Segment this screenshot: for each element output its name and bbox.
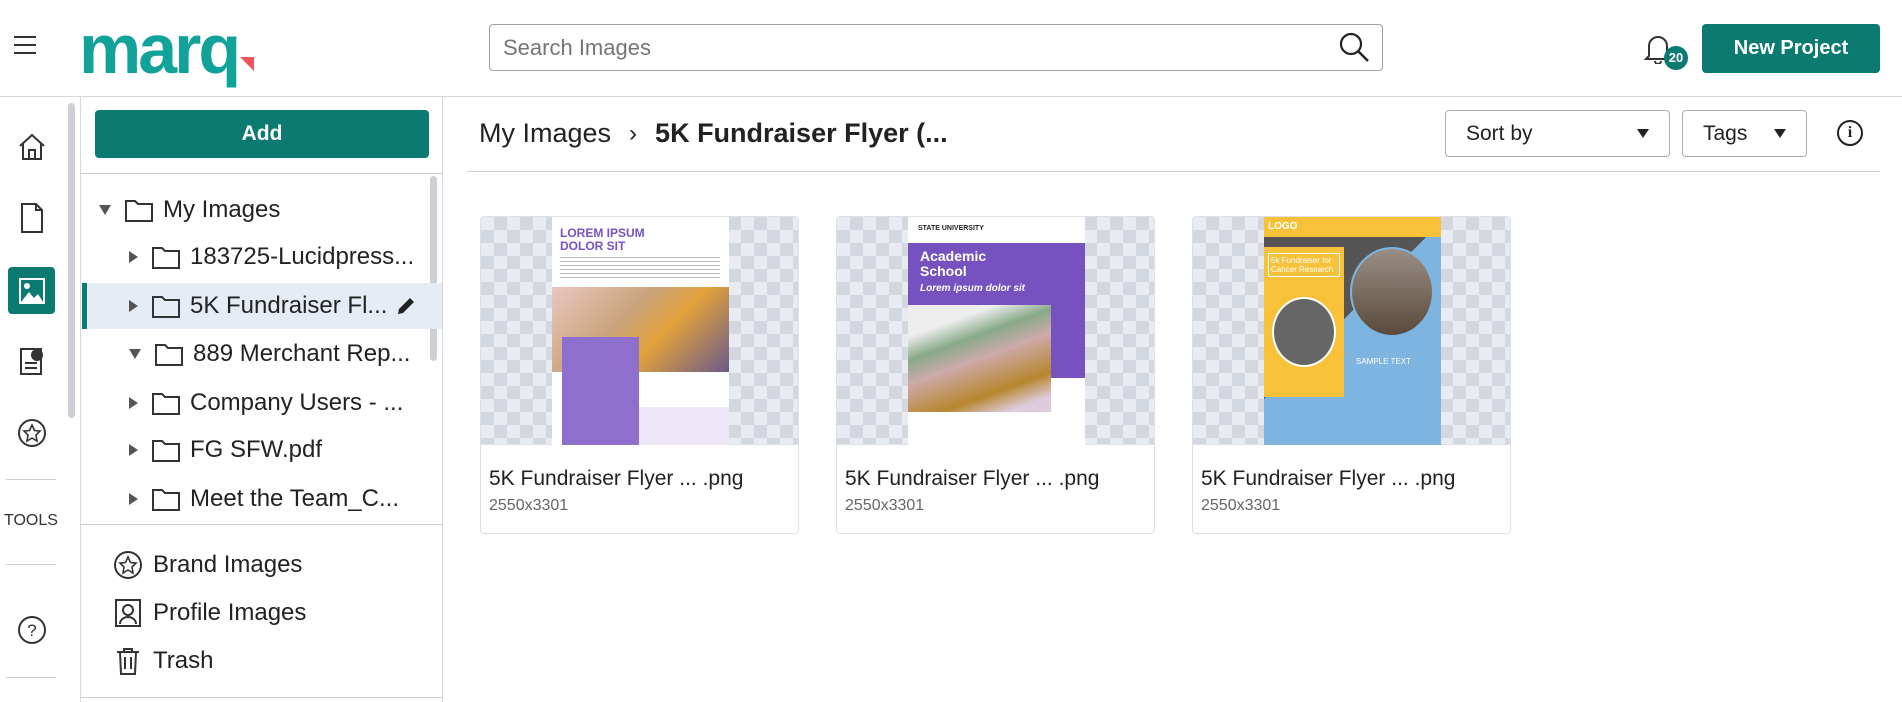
link-label: Trash bbox=[153, 647, 214, 674]
logo-accent bbox=[240, 57, 254, 71]
tree-item[interactable]: Meet the Team_C... bbox=[82, 476, 442, 522]
tree-item-label: 889 Merchant Rep... bbox=[193, 340, 411, 367]
tree-item-my-images[interactable]: My Images bbox=[82, 187, 442, 233]
flyer-heading: 5k Fundraiser for Cancer Research bbox=[1268, 253, 1340, 277]
svg-text:?: ? bbox=[27, 621, 36, 640]
tree-item-label: Company Users - ... bbox=[190, 389, 404, 416]
caret-down-icon bbox=[1774, 129, 1786, 138]
help-icon[interactable]: ? bbox=[14, 612, 50, 648]
search-icon[interactable] bbox=[1338, 31, 1370, 63]
folder-icon bbox=[155, 344, 183, 366]
card-title: 5K Fundraiser Flyer ... .png bbox=[1201, 467, 1456, 490]
marq-logo[interactable]: marq bbox=[79, 14, 241, 84]
star-icon bbox=[114, 551, 142, 579]
folder-icon bbox=[125, 200, 153, 222]
notification-badge[interactable]: 20 bbox=[1664, 46, 1688, 70]
tree-item-label: FG SFW.pdf bbox=[190, 436, 323, 463]
flyer-preview: LOGO 5k Fundraiser for Cancer Research S… bbox=[1264, 217, 1441, 445]
flyer-heading: Academic School bbox=[920, 248, 987, 279]
folder-icon bbox=[152, 247, 180, 269]
caret-down-icon[interactable] bbox=[99, 205, 111, 215]
panel-divider bbox=[81, 524, 443, 525]
rail-divider bbox=[6, 677, 56, 678]
new-project-button[interactable]: New Project bbox=[1702, 24, 1880, 73]
profile-icon bbox=[115, 599, 141, 627]
rail-divider bbox=[6, 564, 56, 565]
card-dimensions: 2550x3301 bbox=[1201, 497, 1281, 514]
hamburger-menu-icon[interactable] bbox=[14, 36, 36, 54]
star-icon[interactable] bbox=[14, 415, 50, 451]
breadcrumb: My Images › 5K Fundraiser Flyer (... bbox=[479, 118, 948, 149]
tree-item-selected[interactable]: 5K Fundraiser Fl... bbox=[82, 283, 442, 329]
image-thumbnail[interactable]: LOREM IPSUM DOLOR SIT bbox=[481, 217, 798, 445]
caret-right-icon[interactable] bbox=[129, 251, 138, 263]
chevron-right-icon: › bbox=[629, 119, 638, 147]
main-divider bbox=[467, 171, 1880, 172]
trash-icon bbox=[117, 648, 139, 675]
brand-images-link[interactable]: Brand Images bbox=[113, 550, 302, 580]
caret-down-icon[interactable] bbox=[129, 349, 141, 359]
home-icon[interactable] bbox=[14, 129, 50, 165]
link-label: Brand Images bbox=[153, 551, 303, 578]
image-thumbnail[interactable]: STATE UNIVERSITY Academic School Lorem i… bbox=[837, 217, 1154, 445]
sort-by-dropdown[interactable]: Sort by bbox=[1445, 110, 1670, 157]
caret-right-icon[interactable] bbox=[129, 493, 138, 505]
document-icon[interactable] bbox=[14, 200, 50, 236]
image-thumbnail[interactable]: LOGO 5k Fundraiser for Cancer Research S… bbox=[1193, 217, 1510, 445]
folder-icon bbox=[152, 296, 180, 318]
tree-item-label: My Images bbox=[163, 196, 281, 223]
brand-template-icon[interactable] bbox=[14, 343, 50, 379]
flyer-brand: STATE UNIVERSITY bbox=[918, 225, 984, 232]
flyer-preview: LOREM IPSUM DOLOR SIT bbox=[552, 217, 729, 445]
tree-item[interactable]: Company Users - ... bbox=[82, 380, 442, 426]
add-button[interactable]: Add bbox=[95, 110, 429, 158]
card-dimensions: 2550x3301 bbox=[489, 497, 569, 514]
folder-icon bbox=[152, 393, 180, 415]
tree-item[interactable]: 183725-Lucidpress... bbox=[82, 234, 442, 280]
panel-divider bbox=[81, 697, 443, 698]
card-title: 5K Fundraiser Flyer ... .png bbox=[845, 467, 1100, 490]
card-dimensions: 2550x3301 bbox=[845, 497, 925, 514]
folder-icon bbox=[152, 440, 180, 462]
caret-down-icon bbox=[1637, 129, 1649, 138]
tree-item-label: 5K Fundraiser Fl... bbox=[190, 292, 388, 319]
breadcrumb-current: 5K Fundraiser Flyer (... bbox=[655, 118, 948, 148]
flyer-sample-text: SAMPLE TEXT bbox=[1356, 357, 1411, 366]
edit-pencil-icon[interactable] bbox=[395, 295, 417, 317]
dropdown-label: Sort by bbox=[1466, 121, 1533, 145]
breadcrumb-root[interactable]: My Images bbox=[479, 118, 611, 149]
search-input[interactable] bbox=[489, 24, 1383, 71]
info-icon[interactable]: i bbox=[1837, 120, 1863, 146]
flyer-preview: STATE UNIVERSITY Academic School Lorem i… bbox=[908, 217, 1085, 445]
caret-right-icon[interactable] bbox=[129, 444, 138, 456]
folder-icon bbox=[152, 489, 180, 511]
caret-right-icon[interactable] bbox=[129, 397, 138, 409]
trash-link[interactable]: Trash bbox=[113, 646, 213, 676]
flyer-subheading: Lorem ipsum dolor sit bbox=[920, 283, 1026, 294]
tags-dropdown[interactable]: Tags bbox=[1682, 110, 1807, 157]
flyer-logo: LOGO bbox=[1268, 221, 1298, 232]
panel-divider bbox=[81, 173, 443, 174]
rail-scrollbar[interactable] bbox=[68, 103, 75, 418]
tools-label: TOOLS bbox=[4, 512, 58, 529]
image-card[interactable]: LOGO 5k Fundraiser for Cancer Research S… bbox=[1192, 216, 1511, 534]
rail-divider bbox=[6, 479, 56, 480]
tree-item[interactable]: 889 Merchant Rep... bbox=[82, 331, 442, 377]
tree-item-label: 183725-Lucidpress... bbox=[190, 243, 415, 270]
card-title: 5K Fundraiser Flyer ... .png bbox=[489, 467, 744, 490]
profile-images-link[interactable]: Profile Images bbox=[113, 598, 306, 628]
tree-item[interactable]: FG SFW.pdf bbox=[82, 427, 442, 473]
image-card[interactable]: STATE UNIVERSITY Academic School Lorem i… bbox=[836, 216, 1155, 534]
tree-item-label: Meet the Team_C... bbox=[190, 485, 399, 512]
dropdown-label: Tags bbox=[1703, 121, 1748, 145]
link-label: Profile Images bbox=[153, 599, 307, 626]
image-icon[interactable] bbox=[8, 267, 55, 314]
flyer-heading: LOREM IPSUM DOLOR SIT bbox=[560, 226, 645, 253]
image-card[interactable]: LOREM IPSUM DOLOR SIT 5K Fundraiser Flye… bbox=[480, 216, 799, 534]
caret-right-icon[interactable] bbox=[129, 300, 138, 312]
